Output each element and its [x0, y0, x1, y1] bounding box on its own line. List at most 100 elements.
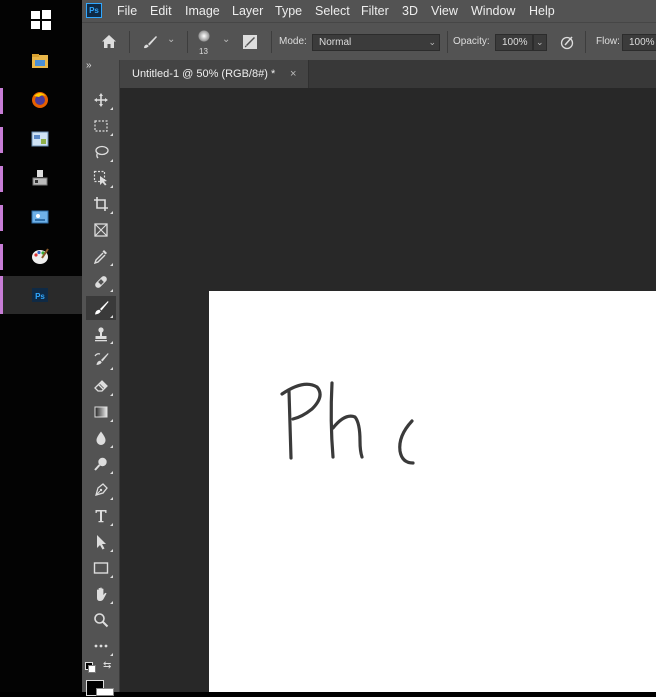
object-selection-tool[interactable] [86, 166, 116, 190]
mode-value: Normal [319, 37, 352, 48]
rectangular-marquee-icon [94, 120, 108, 132]
default-colors-icon[interactable] [85, 662, 96, 673]
taskbar-file-explorer[interactable] [0, 42, 82, 80]
separator [585, 31, 586, 53]
menu-filter[interactable]: Filter [361, 0, 389, 22]
brush-preset-icon[interactable] [142, 35, 158, 49]
edit-toolbar-button[interactable] [86, 634, 116, 658]
taskbar-control-panel[interactable] [0, 120, 82, 158]
separator [271, 31, 272, 53]
running-indicator [0, 166, 3, 192]
eraser-icon [94, 380, 108, 392]
move-icon [94, 93, 108, 107]
rectangle-tool[interactable] [86, 556, 116, 580]
crop-tool[interactable] [86, 192, 116, 216]
folder-icon [32, 54, 48, 68]
windows-taskbar: Ps [0, 0, 82, 692]
history-brush-tool[interactable] [86, 348, 116, 372]
opacity-input[interactable]: 100% [495, 34, 533, 51]
gradient-icon [94, 406, 108, 418]
taskbar-photo-viewer[interactable] [0, 198, 82, 236]
eyedropper-icon [93, 250, 107, 264]
arrow-pointer-icon [97, 535, 106, 550]
magnifier-icon [94, 613, 109, 628]
photo-viewer-icon [31, 210, 49, 224]
document-tab[interactable]: Untitled-1 @ 50% (RGB/8#) * × [120, 60, 309, 88]
control-panel-icon [31, 131, 49, 147]
menu-3d[interactable]: 3D [402, 0, 418, 22]
running-indicator [0, 244, 3, 270]
background-color-swatch[interactable] [96, 688, 114, 696]
running-indicator [0, 205, 3, 231]
network-icon [32, 170, 48, 186]
separator [187, 31, 188, 53]
document-canvas[interactable] [209, 291, 656, 692]
menu-image[interactable]: Image [185, 0, 220, 22]
flow-input[interactable]: 100% [622, 34, 656, 51]
swap-colors-icon[interactable]: ⇆ [103, 660, 111, 671]
running-indicator [0, 88, 3, 114]
gradient-tool[interactable] [86, 400, 116, 424]
brush-settings-panel-icon[interactable] [242, 34, 258, 50]
photoshop-logo[interactable]: Ps [86, 3, 102, 18]
hand-icon [97, 587, 107, 601]
eraser-tool[interactable] [86, 374, 116, 398]
path-selection-tool[interactable] [86, 530, 116, 554]
pressure-opacity-icon[interactable] [559, 34, 575, 50]
pen-tool[interactable] [86, 478, 116, 502]
eyedropper-tool[interactable] [86, 244, 116, 268]
zoom-tool[interactable] [86, 608, 116, 632]
menu-select[interactable]: Select [315, 0, 350, 22]
separator [447, 31, 448, 53]
document-tab-title: Untitled-1 @ 50% (RGB/8#) * [132, 68, 276, 80]
close-icon[interactable]: × [290, 60, 296, 88]
collapse-panel-button[interactable]: » [86, 60, 92, 71]
menu-file[interactable]: File [117, 0, 137, 22]
move-tool[interactable] [86, 88, 116, 112]
frame-icon [94, 223, 108, 237]
marquee-tool[interactable] [86, 114, 116, 138]
windows-start-button[interactable] [0, 0, 82, 38]
lasso-icon [95, 145, 109, 159]
brush-icon [95, 301, 109, 315]
taskbar-firefox[interactable] [0, 81, 82, 119]
healing-brush-tool[interactable] [86, 270, 116, 294]
hand-tool[interactable] [86, 582, 116, 606]
clone-stamp-tool[interactable] [86, 322, 116, 346]
brush-tool[interactable] [86, 296, 116, 320]
chevron-down-icon[interactable]: ⌄ [167, 34, 175, 45]
mode-label: Mode: [279, 36, 307, 47]
opacity-dropdown[interactable]: ⌄ [533, 34, 547, 51]
menu-help[interactable]: Help [529, 0, 555, 22]
document-tab-bar: Untitled-1 @ 50% (RGB/8#) * × [120, 60, 656, 88]
blur-tool[interactable] [86, 426, 116, 450]
type-tool[interactable] [86, 504, 116, 528]
home-icon[interactable] [101, 34, 117, 49]
chevron-down-icon[interactable]: ⌄ [222, 34, 230, 45]
photoshop-window: Ps File Edit Image Layer Type Select Fil… [82, 0, 656, 696]
taskbar-paint[interactable] [0, 237, 82, 275]
mode-dropdown[interactable]: Normal ⌄ [312, 34, 440, 51]
document-workspace: Untitled-1 @ 50% (RGB/8#) * × [120, 60, 656, 692]
pen-icon [95, 483, 108, 496]
bandage-icon [95, 276, 107, 288]
separator [129, 31, 130, 53]
brush-tip-icon[interactable] [198, 30, 210, 42]
lasso-tool[interactable] [86, 140, 116, 164]
menu-edit[interactable]: Edit [150, 0, 172, 22]
history-brush-icon [94, 353, 109, 365]
taskbar-network[interactable] [0, 159, 82, 197]
type-icon [95, 510, 107, 523]
menu-window[interactable]: Window [471, 0, 515, 22]
dodge-tool[interactable] [86, 452, 116, 476]
frame-tool[interactable] [86, 218, 116, 242]
svg-text:Ps: Ps [35, 292, 45, 301]
opacity-label: Opacity: [453, 36, 490, 47]
photoshop-icon: Ps [32, 288, 48, 302]
taskbar-photoshop[interactable]: Ps [0, 276, 82, 314]
menu-layer[interactable]: Layer [232, 0, 263, 22]
menu-view[interactable]: View [431, 0, 458, 22]
menu-type[interactable]: Type [275, 0, 302, 22]
running-indicator [0, 276, 3, 314]
more-dots-icon [94, 644, 108, 648]
